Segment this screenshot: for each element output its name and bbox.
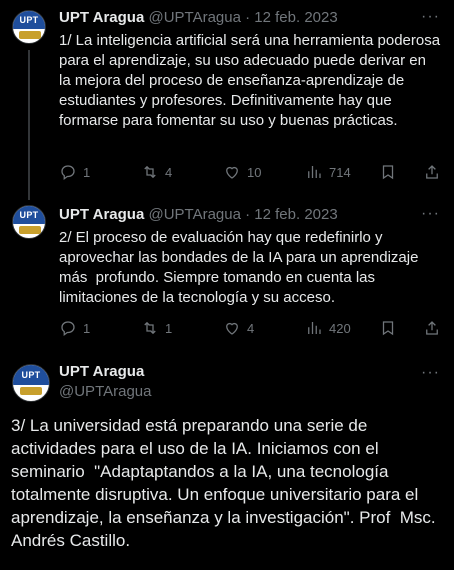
more-icon[interactable]: ··· <box>421 364 440 382</box>
tweet-text: 3/ La universidad está preparando una se… <box>11 416 440 550</box>
main-tweet: UPT UPT Aragua @UPTAragua ··· 3/ La univ… <box>0 0 454 570</box>
avatar[interactable]: UPT <box>12 364 50 402</box>
author-handle[interactable]: @UPTAragua <box>59 383 151 400</box>
author-name[interactable]: UPT Aragua <box>59 363 144 380</box>
